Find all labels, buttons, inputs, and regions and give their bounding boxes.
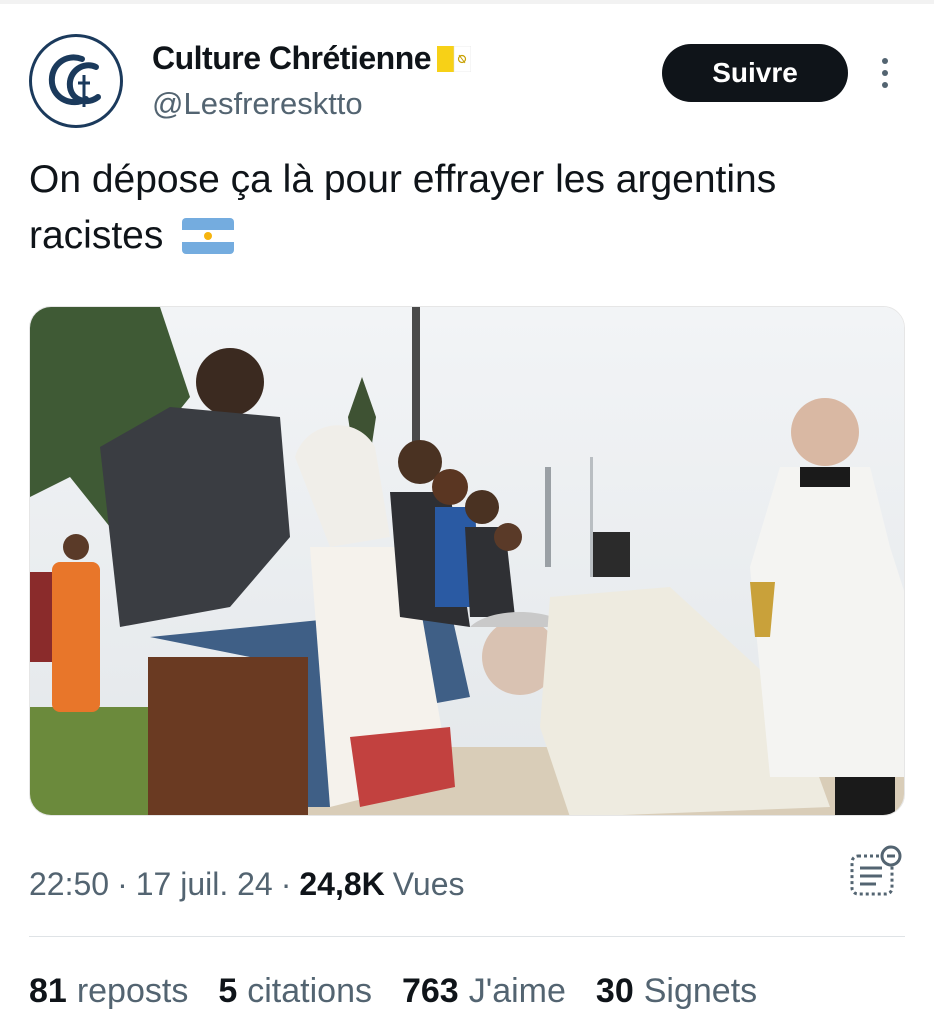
analytics-icon[interactable] <box>848 844 904 900</box>
quotes-count: 5 <box>218 972 238 1010</box>
meta-separator: · <box>117 866 128 902</box>
reposts-label: reposts <box>76 972 189 1010</box>
tweet-time[interactable]: 22:50 <box>29 866 109 903</box>
bookmarks-stat[interactable]: 30 Signets <box>596 972 757 1011</box>
reposts-count: 81 <box>29 972 67 1010</box>
author-handle[interactable]: @Lesfreresktto <box>152 86 363 122</box>
views-count: 24,8K <box>299 866 385 902</box>
likes-label: J'aime <box>468 972 566 1010</box>
likes-stat[interactable]: 763 J'aime <box>402 972 566 1011</box>
tweet-text: On dépose ça là pour effrayer les argent… <box>29 152 909 264</box>
engagement-stats: 81 reposts 5 citations 763 J'aime 30 Signets <box>29 972 787 1011</box>
tweet-meta: 22:50 · 17 juil. 24 · 24,8K Vues <box>29 866 465 903</box>
divider <box>29 936 905 937</box>
quotes-label: citations <box>247 972 372 1010</box>
photo-illustration <box>30 307 904 815</box>
argentina-flag-icon <box>182 218 235 254</box>
bookmarks-count: 30 <box>595 972 634 1010</box>
tweet-photo[interactable] <box>29 306 905 816</box>
follow-button[interactable]: Suivre <box>662 44 848 102</box>
author-name-row: Culture Chrétienne <box>152 40 472 77</box>
author-display-name[interactable]: Culture Chrétienne <box>152 40 432 77</box>
vatican-flag-icon <box>437 45 472 72</box>
reposts-stat[interactable]: 81 reposts <box>29 972 188 1011</box>
likes-count: 763 <box>401 972 459 1010</box>
tweet-text-content: On dépose ça là pour effrayer les argent… <box>29 158 777 257</box>
avatar[interactable] <box>29 34 123 128</box>
meta-separator: · <box>280 866 292 902</box>
top-divider <box>0 0 934 4</box>
tweet-date[interactable]: 17 juil. 24 <box>136 866 273 903</box>
views-label: Vues <box>392 866 465 902</box>
more-vertical-icon[interactable] <box>875 56 895 90</box>
avatar-logo <box>48 54 101 107</box>
bookmarks-label: Signets <box>643 972 758 1010</box>
quotes-stat[interactable]: 5 citations <box>218 972 372 1011</box>
